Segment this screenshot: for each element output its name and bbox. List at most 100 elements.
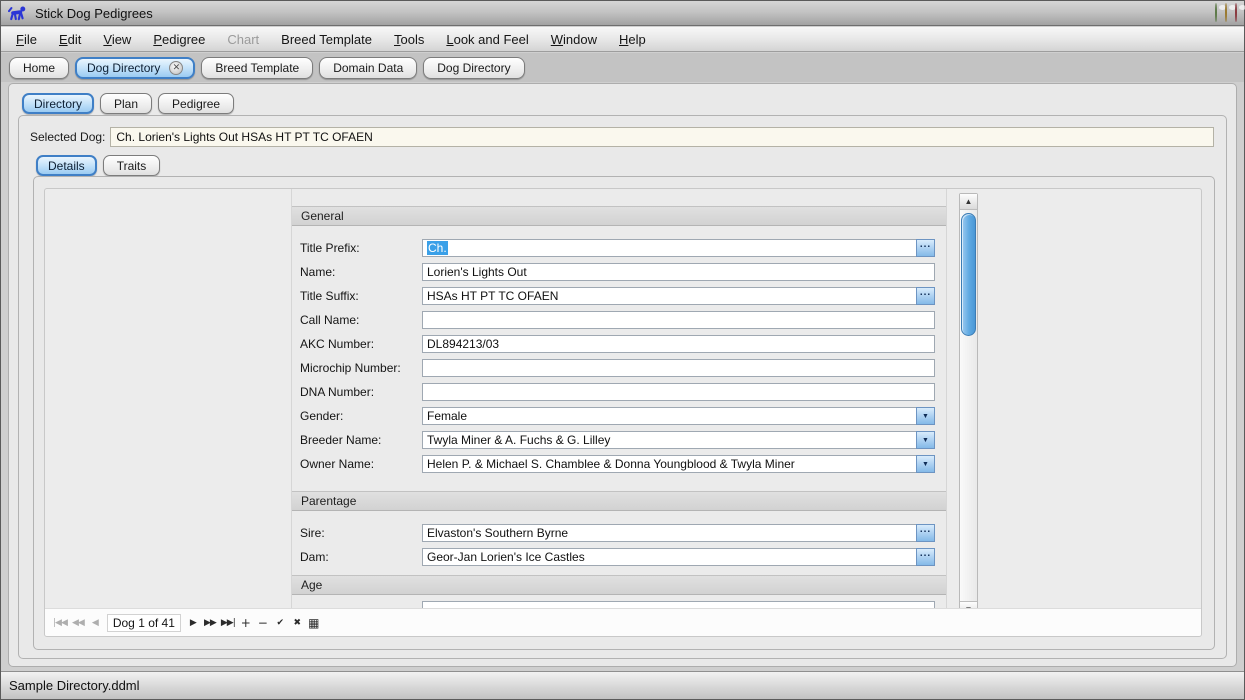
menu-item-tools[interactable]: Tools bbox=[383, 29, 435, 50]
detail-tab-details[interactable]: Details bbox=[36, 155, 97, 176]
view-tab-plan-label: Plan bbox=[114, 97, 138, 111]
fast-forward-button[interactable]: ▶▶ bbox=[202, 618, 218, 628]
field-group-dna-number bbox=[422, 383, 935, 401]
form-row-partial bbox=[300, 601, 935, 608]
last-record-button[interactable]: ▶▶| bbox=[219, 618, 237, 628]
minimize-button[interactable] bbox=[1215, 3, 1217, 22]
first-record-button: |◀◀ bbox=[51, 618, 69, 628]
field-label-akc-number: AKC Number: bbox=[300, 337, 422, 351]
tab-domain-data[interactable]: Domain Data bbox=[319, 57, 417, 79]
gender-dropdown-button[interactable]: ▼ bbox=[916, 407, 935, 425]
vertical-scrollbar[interactable]: ▲ ▼ bbox=[959, 193, 978, 608]
dam-ellipsis-button[interactable]: ... bbox=[916, 548, 935, 566]
stick-dog-app-icon bbox=[8, 4, 27, 23]
partial-field-input[interactable] bbox=[422, 601, 935, 608]
title-bar: Stick Dog Pedigrees bbox=[1, 1, 1244, 26]
menu-item-pedigree[interactable]: Pedigree bbox=[142, 29, 216, 50]
main-content-panel: Directory Plan Pedigree Selected Dog: Ch. … bbox=[8, 83, 1237, 667]
field-group-dam: Geor-Jan Lorien's Ice Castles... bbox=[422, 548, 935, 566]
section-header-parentage: Parentage bbox=[292, 491, 946, 511]
field-group-title-prefix: Ch.... bbox=[422, 239, 935, 257]
status-text: Sample Directory.ddml bbox=[9, 678, 140, 693]
form-row-name: Name:Lorien's Lights Out bbox=[300, 263, 935, 281]
grid-view-button[interactable]: ▦ bbox=[306, 616, 322, 630]
call-name-input[interactable] bbox=[422, 311, 935, 329]
form-row-owner-name: Owner Name:Helen P. & Michael S. Chamble… bbox=[300, 455, 935, 473]
menu-item-breed-template[interactable]: Breed Template bbox=[270, 29, 383, 50]
gender-input[interactable]: Female bbox=[422, 407, 917, 425]
scroll-down-button[interactable]: ▼ bbox=[960, 601, 977, 608]
directory-tab-panel: Selected Dog: Ch. Lorien's Lights Out HS… bbox=[18, 115, 1227, 659]
dam-input[interactable]: Geor-Jan Lorien's Ice Castles bbox=[422, 548, 917, 566]
tab-dog-directory[interactable]: Dog Directory✕ bbox=[75, 57, 195, 79]
status-bar: Sample Directory.ddml bbox=[1, 671, 1244, 699]
close-tab-icon[interactable]: ✕ bbox=[169, 61, 183, 75]
menu-item-look-and-feel[interactable]: Look and Feel bbox=[435, 29, 539, 50]
close-button[interactable] bbox=[1235, 3, 1237, 22]
tab-home-label: Home bbox=[23, 61, 55, 75]
field-label-gender: Gender: bbox=[300, 409, 422, 423]
window-title: Stick Dog Pedigrees bbox=[35, 6, 153, 21]
view-tab-plan[interactable]: Plan bbox=[100, 93, 152, 114]
form-row-microchip-number: Microchip Number: bbox=[300, 359, 935, 377]
menu-item-view[interactable]: View bbox=[92, 29, 142, 50]
field-label-dam: Dam: bbox=[300, 550, 422, 564]
title-suffix-ellipsis-button[interactable]: ... bbox=[916, 287, 935, 305]
selected-dog-label: Selected Dog: bbox=[30, 130, 105, 144]
window-controls bbox=[1207, 4, 1237, 22]
sire-input[interactable]: Elvaston's Southern Byrne bbox=[422, 524, 917, 542]
menu-item-file[interactable]: File bbox=[5, 29, 48, 50]
field-group-akc-number: DL894213/03 bbox=[422, 335, 935, 353]
scrollbar-thumb[interactable] bbox=[961, 213, 976, 336]
form-row-title-prefix: Title Prefix:Ch.... bbox=[300, 239, 935, 257]
detail-tab-traits[interactable]: Traits bbox=[103, 155, 161, 176]
selected-dog-field[interactable]: Ch. Lorien's Lights Out HSAs HT PT TC OF… bbox=[110, 127, 1214, 147]
dna-number-input[interactable] bbox=[422, 383, 935, 401]
breeder-name-input[interactable]: Twyla Miner & A. Fuchs & G. Lilley bbox=[422, 431, 917, 449]
tab-breed-template[interactable]: Breed Template bbox=[201, 57, 313, 79]
field-group-call-name bbox=[422, 311, 935, 329]
commit-record-button[interactable]: ✔ bbox=[272, 618, 288, 628]
form-row-dam: Dam:Geor-Jan Lorien's Ice Castles... bbox=[300, 548, 935, 566]
field-group-name: Lorien's Lights Out bbox=[422, 263, 935, 281]
breeder-name-dropdown-button[interactable]: ▼ bbox=[916, 431, 935, 449]
owner-name-dropdown-button[interactable]: ▼ bbox=[916, 455, 935, 473]
menu-item-window[interactable]: Window bbox=[540, 29, 608, 50]
section-rows-age bbox=[292, 595, 946, 608]
next-record-button[interactable]: ▶ bbox=[185, 618, 201, 628]
maximize-button[interactable] bbox=[1225, 3, 1227, 22]
section-rows-parentage: Sire:Elvaston's Southern Byrne... Dam:Geo… bbox=[292, 511, 946, 575]
akc-number-input[interactable]: DL894213/03 bbox=[422, 335, 935, 353]
record-navigator: |◀◀◀◀◀Dog 1 of 41▶▶▶▶▶|+−✔✖▦ bbox=[45, 608, 1201, 636]
field-group-gender: Female▼ bbox=[422, 407, 935, 425]
previous-record-button: ◀ bbox=[87, 618, 103, 628]
form-row-sire: Sire:Elvaston's Southern Byrne... bbox=[300, 524, 935, 542]
field-label-breeder-name: Breeder Name: bbox=[300, 433, 422, 447]
field-label-title-suffix: Title Suffix: bbox=[300, 289, 422, 303]
owner-name-input[interactable]: Helen P. & Michael S. Chamblee & Donna Y… bbox=[422, 455, 917, 473]
menu-item-help[interactable]: Help bbox=[608, 29, 657, 50]
tab-dog-directory-2[interactable]: Dog Directory bbox=[423, 57, 524, 79]
field-group-breeder-name: Twyla Miner & A. Fuchs & G. Lilley▼ bbox=[422, 431, 935, 449]
application-window: Stick Dog Pedigrees FileEditViewPedigree… bbox=[0, 0, 1245, 700]
title-suffix-input[interactable]: HSAs HT PT TC OFAEN bbox=[422, 287, 917, 305]
tab-home[interactable]: Home bbox=[9, 57, 69, 79]
field-label-title-prefix: Title Prefix: bbox=[300, 241, 422, 255]
delete-record-button[interactable]: − bbox=[255, 616, 271, 630]
section-header-age: Age bbox=[292, 575, 946, 595]
cancel-edit-button[interactable]: ✖ bbox=[289, 618, 305, 628]
insert-record-button[interactable]: + bbox=[238, 616, 254, 630]
menu-bar: FileEditViewPedigreeChartBreed TemplateT… bbox=[1, 27, 1244, 52]
view-tab-directory[interactable]: Directory bbox=[22, 93, 94, 114]
microchip-number-input[interactable] bbox=[422, 359, 935, 377]
name-input[interactable]: Lorien's Lights Out bbox=[422, 263, 935, 281]
detail-tab-traits-label: Traits bbox=[117, 159, 147, 173]
view-tab-pedigree[interactable]: Pedigree bbox=[158, 93, 234, 114]
sire-ellipsis-button[interactable]: ... bbox=[916, 524, 935, 542]
menu-item-edit[interactable]: Edit bbox=[48, 29, 92, 50]
title-prefix-ellipsis-button[interactable]: ... bbox=[916, 239, 935, 257]
selected-dog-row: Selected Dog: Ch. Lorien's Lights Out HS… bbox=[30, 126, 1214, 147]
title-prefix-input[interactable]: Ch. bbox=[422, 239, 917, 257]
scroll-up-button[interactable]: ▲ bbox=[960, 194, 977, 210]
field-label-call-name: Call Name: bbox=[300, 313, 422, 327]
